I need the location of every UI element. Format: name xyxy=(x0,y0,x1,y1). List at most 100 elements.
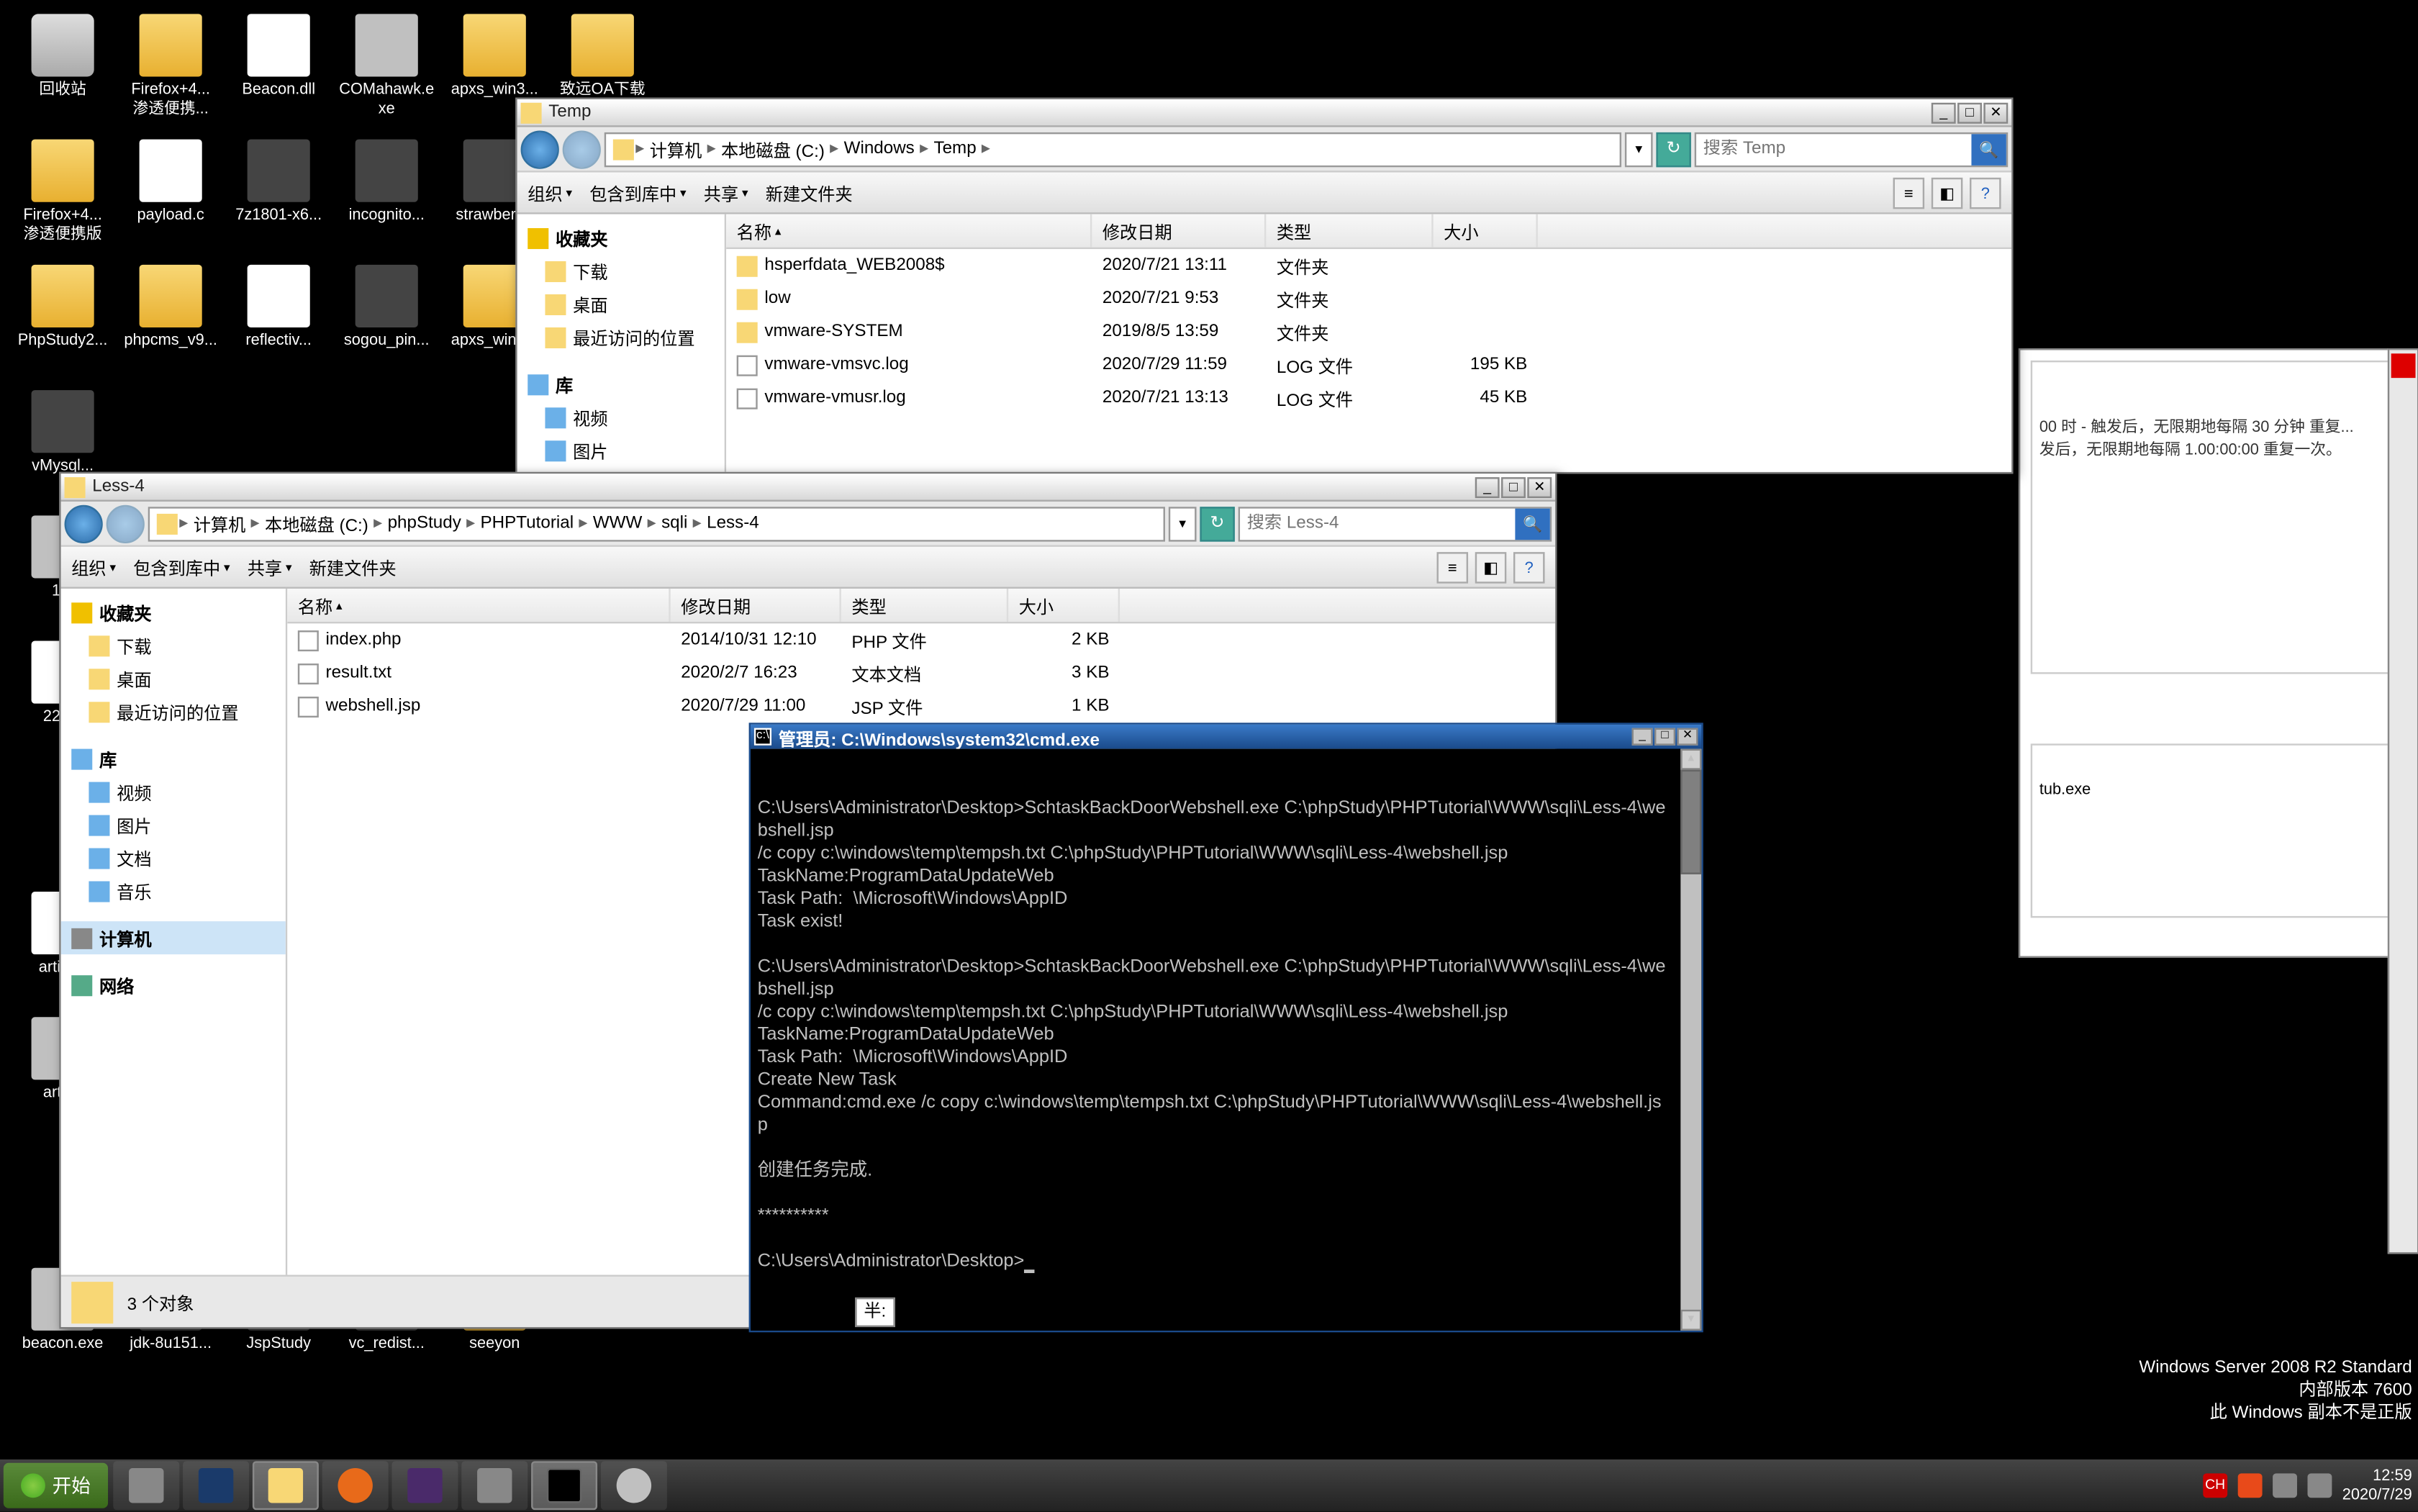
file-row[interactable]: result.txt 2020/2/7 16:23 文本文档 3 KB xyxy=(287,656,1555,689)
minimize-button[interactable]: _ xyxy=(1475,476,1500,497)
taskbar-server-manager[interactable] xyxy=(113,1461,179,1510)
tray-clock[interactable]: 12:59 2020/7/29 xyxy=(2342,1467,2412,1505)
tray-icon[interactable] xyxy=(2307,1473,2332,1498)
taskbar-phpstorm[interactable] xyxy=(392,1461,458,1510)
tray-icon[interactable] xyxy=(2273,1473,2297,1498)
maximize-button[interactable]: □ xyxy=(1957,102,1982,123)
desktop-icon[interactable]: 7z1801-x6... xyxy=(230,140,327,225)
breadcrumb[interactable]: Less-4 xyxy=(703,514,762,533)
forward-button[interactable] xyxy=(107,504,145,543)
cmd-titlebar[interactable]: c:\ 管理员: C:\Windows\system32\cmd.exe _ □… xyxy=(751,725,1701,749)
breadcrumb[interactable]: phpStudy xyxy=(384,514,465,533)
desktop-icon[interactable]: vMysql... xyxy=(14,390,112,476)
share-menu[interactable]: 共享▾ xyxy=(248,554,292,580)
desktop-icon[interactable]: sogou_pin... xyxy=(338,265,435,350)
organize-menu[interactable]: 组织▾ xyxy=(527,179,572,205)
nav-video[interactable]: 视频 xyxy=(61,775,286,808)
file-row[interactable]: hsperfdata_WEB2008$ 2020/7/21 13:11 文件夹 xyxy=(726,249,2011,282)
address-bar[interactable]: ▸ 计算机▸ 本地磁盘 (C:)▸ Windows▸ Temp▸ xyxy=(604,132,1621,166)
nav-desktop[interactable]: 桌面 xyxy=(61,662,286,695)
include-library-menu[interactable]: 包含到库中▾ xyxy=(133,554,230,580)
back-button[interactable] xyxy=(65,504,103,543)
breadcrumb[interactable]: 本地磁盘 (C:) xyxy=(717,136,828,162)
file-row[interactable]: vmware-vmsvc.log 2020/7/29 11:59 LOG 文件 … xyxy=(726,348,2011,381)
nav-pictures[interactable]: 图片 xyxy=(517,434,725,467)
scroll-down-button[interactable]: ▾ xyxy=(1680,1310,1701,1331)
share-menu[interactable]: 共享▾ xyxy=(704,179,748,205)
nav-network[interactable]: 网络 xyxy=(61,969,286,1002)
nav-downloads[interactable]: 下载 xyxy=(517,254,725,287)
nav-library[interactable]: 库 xyxy=(61,742,286,775)
sogou-icon[interactable] xyxy=(2238,1473,2263,1498)
file-row[interactable]: webshell.jsp 2020/7/29 11:00 JSP 文件 1 KB xyxy=(287,689,1555,723)
new-folder-button[interactable]: 新建文件夹 xyxy=(309,554,397,580)
search-input[interactable] xyxy=(1240,514,1515,533)
col-type[interactable]: 类型 xyxy=(1266,214,1433,248)
desktop-icon[interactable]: Firefox+4...渗透便携版 xyxy=(14,140,112,244)
refresh-button[interactable]: ↻ xyxy=(1656,132,1690,166)
taskbar-explorer[interactable] xyxy=(253,1461,319,1510)
nav-favorites[interactable]: 收藏夹 xyxy=(517,221,725,254)
desktop-icon[interactable]: payload.c xyxy=(122,140,219,225)
taskbar-clock[interactable] xyxy=(601,1461,667,1510)
file-row[interactable]: low 2020/7/21 9:53 文件夹 xyxy=(726,282,2011,315)
nav-documents[interactable]: 文档 xyxy=(61,841,286,874)
file-row[interactable]: index.php 2014/10/31 12:10 PHP 文件 2 KB xyxy=(287,623,1555,656)
desktop-icon[interactable]: COMahawk.exe xyxy=(338,14,435,118)
desktop-icon[interactable]: incognito... xyxy=(338,140,435,225)
nav-recent[interactable]: 最近访问的位置 xyxy=(517,320,725,353)
scroll-thumb[interactable] xyxy=(1680,770,1701,874)
breadcrumb[interactable]: sqli xyxy=(658,514,691,533)
search-icon[interactable]: 🔍 xyxy=(1971,133,2006,165)
address-dropdown[interactable]: ▾ xyxy=(1625,132,1653,166)
refresh-button[interactable]: ↻ xyxy=(1200,506,1234,540)
search-icon[interactable]: 🔍 xyxy=(1515,507,1549,539)
include-library-menu[interactable]: 包含到库中▾ xyxy=(589,179,686,205)
preview-button[interactable]: ◧ xyxy=(1932,177,1963,209)
close-button[interactable]: ✕ xyxy=(1677,728,1698,746)
ime-indicator[interactable]: CH xyxy=(2203,1473,2227,1498)
taskbar-cmd[interactable] xyxy=(531,1461,597,1510)
taskbar-task-scheduler[interactable] xyxy=(461,1461,527,1510)
nav-recent[interactable]: 最近访问的位置 xyxy=(61,695,286,728)
nav-desktop[interactable]: 桌面 xyxy=(517,287,725,320)
close-button[interactable]: ✕ xyxy=(1527,476,1552,497)
nav-computer[interactable]: 计算机 xyxy=(61,921,286,954)
view-button[interactable]: ≡ xyxy=(1893,177,1925,209)
view-button[interactable]: ≡ xyxy=(1437,551,1469,583)
search-box[interactable]: 🔍 xyxy=(1695,132,2009,166)
close-button[interactable]: ✕ xyxy=(1983,102,2008,123)
desktop-icon[interactable]: 回收站 xyxy=(14,14,112,99)
help-button[interactable]: ? xyxy=(1970,177,2001,209)
nav-music[interactable]: 音乐 xyxy=(61,874,286,907)
col-name[interactable]: 名称▴ xyxy=(287,589,670,622)
breadcrumb[interactable]: 计算机 xyxy=(190,510,249,536)
titlebar[interactable]: Less-4 _ □ ✕ xyxy=(61,474,1555,502)
breadcrumb[interactable]: 计算机 xyxy=(646,136,705,162)
desktop-icon[interactable]: phpcms_v9... xyxy=(122,265,219,350)
minimize-button[interactable]: _ xyxy=(1632,728,1653,746)
search-input[interactable] xyxy=(1696,140,1971,159)
cmd-output[interactable]: C:\Users\Administrator\Desktop>SchtaskBa… xyxy=(751,749,1701,1331)
col-date[interactable]: 修改日期 xyxy=(1092,214,1266,248)
nav-favorites[interactable]: 收藏夹 xyxy=(61,596,286,629)
titlebar[interactable]: Temp _ □ ✕ xyxy=(517,99,2011,127)
maximize-button[interactable]: □ xyxy=(1501,476,1526,497)
scrollbar[interactable]: ▴ ▾ xyxy=(1680,749,1701,1331)
desktop-icon[interactable]: apxs_win3... xyxy=(446,14,544,99)
col-name[interactable]: 名称▴ xyxy=(726,214,1092,248)
taskbar-firefox[interactable] xyxy=(322,1461,389,1510)
nav-video[interactable]: 视频 xyxy=(517,401,725,434)
col-size[interactable]: 大小 xyxy=(1008,589,1120,622)
breadcrumb[interactable]: WWW xyxy=(589,514,646,533)
desktop-icon[interactable]: reflectiv... xyxy=(230,265,327,350)
preview-button[interactable]: ◧ xyxy=(1475,551,1507,583)
desktop-icon[interactable]: Beacon.dll xyxy=(230,14,327,99)
back-button[interactable] xyxy=(521,130,559,168)
nav-documents[interactable]: 文档 xyxy=(517,467,725,472)
breadcrumb[interactable]: Temp xyxy=(930,140,980,159)
nav-pictures[interactable]: 图片 xyxy=(61,808,286,841)
nav-library[interactable]: 库 xyxy=(517,368,725,401)
col-type[interactable]: 类型 xyxy=(841,589,1008,622)
address-bar[interactable]: ▸ 计算机▸ 本地磁盘 (C:)▸ phpStudy▸ PHPTutorial▸… xyxy=(148,506,1165,540)
